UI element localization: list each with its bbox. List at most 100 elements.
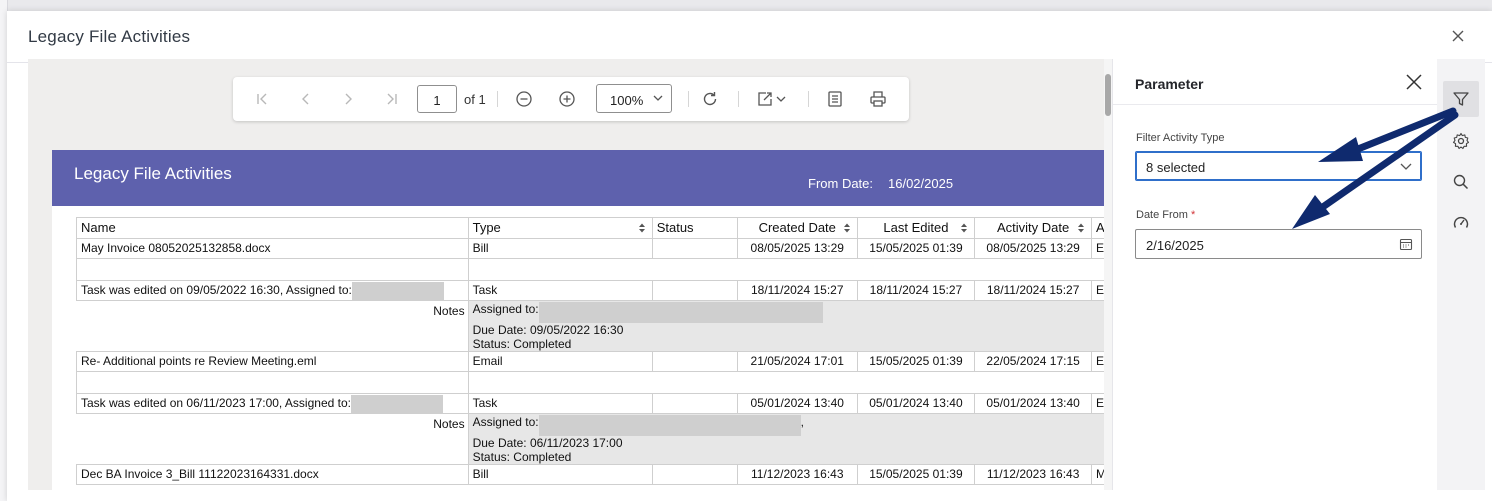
report-title: Legacy File Activities	[74, 164, 232, 183]
notes-due-date: Due Date: 09/05/2022 16:30	[472, 323, 624, 337]
performance-button[interactable]	[1443, 205, 1479, 241]
column-header-activity-date[interactable]: Activity Date	[974, 217, 1092, 239]
cell-truncated: E	[1090, 351, 1104, 372]
column-header-last-edited[interactable]: Last Edited	[856, 217, 976, 239]
close-icon	[1452, 30, 1464, 42]
column-header-truncated[interactable]: A	[1090, 217, 1104, 239]
settings-button[interactable]	[1443, 123, 1479, 159]
dialog-header: Legacy File Activities	[7, 11, 1492, 63]
notes-row: Notes Assigned to:, Due Date: 06/11/2023…	[76, 413, 1104, 465]
redacted-block	[351, 281, 444, 300]
cell-created: 11/12/2023 16:43	[736, 464, 858, 485]
cell-name: Re- Additional points re Review Meeting.…	[76, 351, 469, 372]
search-button[interactable]	[1443, 164, 1479, 200]
export-icon	[758, 92, 786, 106]
cell-activity: 18/11/2024 15:27	[974, 280, 1092, 301]
report-toolbar: 1 of 1 100%	[233, 77, 909, 121]
date-from-input[interactable]: 2/16/2025	[1135, 229, 1422, 259]
filter-activity-type-value: 8 selected	[1146, 160, 1206, 175]
column-header-label: Type	[472, 220, 501, 235]
viewer-scrollbar[interactable]	[1104, 59, 1112, 490]
cell-activity: 08/05/2025 13:29	[974, 238, 1092, 259]
toolbar-separator	[497, 91, 498, 107]
redacted-block	[538, 302, 823, 323]
cell-status	[651, 280, 738, 301]
column-header-label: A	[1095, 220, 1104, 235]
next-page-icon	[345, 93, 352, 105]
column-header-label: Status	[656, 220, 694, 235]
page-number-input[interactable]: 1	[417, 85, 457, 113]
export-button[interactable]	[755, 89, 791, 109]
last-page-icon	[387, 93, 397, 105]
toolbar-separator	[738, 91, 739, 107]
parameters-button[interactable]	[1443, 81, 1479, 117]
cell-name-text: Task was edited on 09/05/2022 16:30, Ass…	[81, 283, 352, 297]
dialog-close-button[interactable]	[1447, 25, 1469, 47]
table-spacer-row	[76, 371, 1105, 394]
chevron-down-icon	[653, 95, 663, 101]
prev-page-icon	[302, 93, 309, 105]
sort-icon	[1077, 223, 1084, 233]
report-viewer: 1 of 1 100% Legacy File Activities From …	[28, 59, 1104, 490]
refresh-icon	[703, 92, 717, 106]
print-icon	[870, 91, 886, 107]
date-from-label: Date From *	[1136, 209, 1195, 221]
prev-page-button[interactable]	[296, 89, 316, 109]
calendar-icon	[1399, 238, 1413, 251]
cell-name: Dec BA Invoice 3_Bill 11122023164331.doc…	[76, 464, 469, 485]
column-header-name[interactable]: Name	[76, 217, 469, 239]
search-icon	[1453, 174, 1469, 190]
column-header-type[interactable]: Type	[467, 217, 653, 239]
next-page-button[interactable]	[338, 89, 358, 109]
cell-name-text: Task was edited on 06/11/2023 17:00, Ass…	[81, 396, 351, 410]
cell-created: 18/11/2024 15:27	[736, 280, 858, 301]
settings-icon	[1452, 132, 1470, 150]
column-header-label: Created Date	[758, 220, 836, 235]
first-page-button[interactable]	[252, 89, 272, 109]
cell-type: Bill	[467, 238, 653, 259]
document-map-icon	[828, 91, 842, 107]
last-page-button[interactable]	[382, 89, 402, 109]
parameter-panel-close-button[interactable]	[1403, 71, 1425, 93]
cell-activity: 05/01/2024 13:40	[974, 393, 1092, 414]
zoom-value: 100%	[610, 93, 644, 108]
notes-status: Status: Completed	[472, 337, 572, 351]
column-header-status[interactable]: Status	[651, 217, 738, 239]
cell-name: Task was edited on 09/05/2022 16:30, Ass…	[76, 280, 469, 301]
table-row: May Invoice 08052025132858.docx Bill 08/…	[76, 238, 1104, 259]
filter-activity-type-select[interactable]: 8 selected	[1135, 151, 1422, 181]
toolbar-separator	[808, 91, 809, 107]
cell-created: 21/05/2024 17:01	[736, 351, 858, 372]
table-spacer-row	[76, 258, 1105, 281]
document-map-button[interactable]	[825, 89, 845, 109]
chevron-down-icon	[1400, 163, 1412, 170]
scrollbar-thumb[interactable]	[1105, 74, 1111, 116]
zoom-out-icon	[516, 91, 532, 107]
cell-edited: 18/11/2024 15:27	[856, 280, 976, 301]
table-row: Dec BA Invoice 3_Bill 11122023164331.doc…	[76, 464, 1104, 485]
sort-icon	[843, 223, 850, 233]
column-header-label: Activity Date	[996, 220, 1070, 235]
zoom-out-button[interactable]	[514, 89, 534, 109]
notes-label: Notes	[76, 300, 469, 352]
cell-name: May Invoice 08052025132858.docx	[76, 238, 469, 259]
notes-assigned-suffix: ,	[800, 415, 804, 429]
first-page-icon	[257, 93, 267, 105]
cell-status	[651, 464, 738, 485]
notes-row: Notes Assigned to: Due Date: 09/05/2022 …	[76, 300, 1104, 352]
zoom-select[interactable]: 100%	[596, 84, 672, 113]
activities-table: Name Type Status Created Date Last Edite…	[76, 217, 1104, 485]
report-page: Legacy File Activities From Date: 16/02/…	[52, 150, 1104, 490]
column-header-created-date[interactable]: Created Date	[736, 217, 858, 239]
notes-assigned: Assigned to:	[472, 415, 539, 429]
zoom-in-button[interactable]	[557, 89, 577, 109]
from-date-value: 16/02/2025	[888, 176, 954, 191]
cell-edited: 15/05/2025 01:39	[856, 351, 976, 372]
print-button[interactable]	[868, 89, 888, 109]
refresh-button[interactable]	[700, 89, 720, 109]
cell-status	[651, 238, 738, 259]
cell-truncated: E	[1090, 280, 1104, 301]
redacted-block	[538, 415, 801, 436]
date-from-value: 2/16/2025	[1146, 238, 1204, 253]
notes-due-date: Due Date: 06/11/2023 17:00	[472, 436, 623, 450]
